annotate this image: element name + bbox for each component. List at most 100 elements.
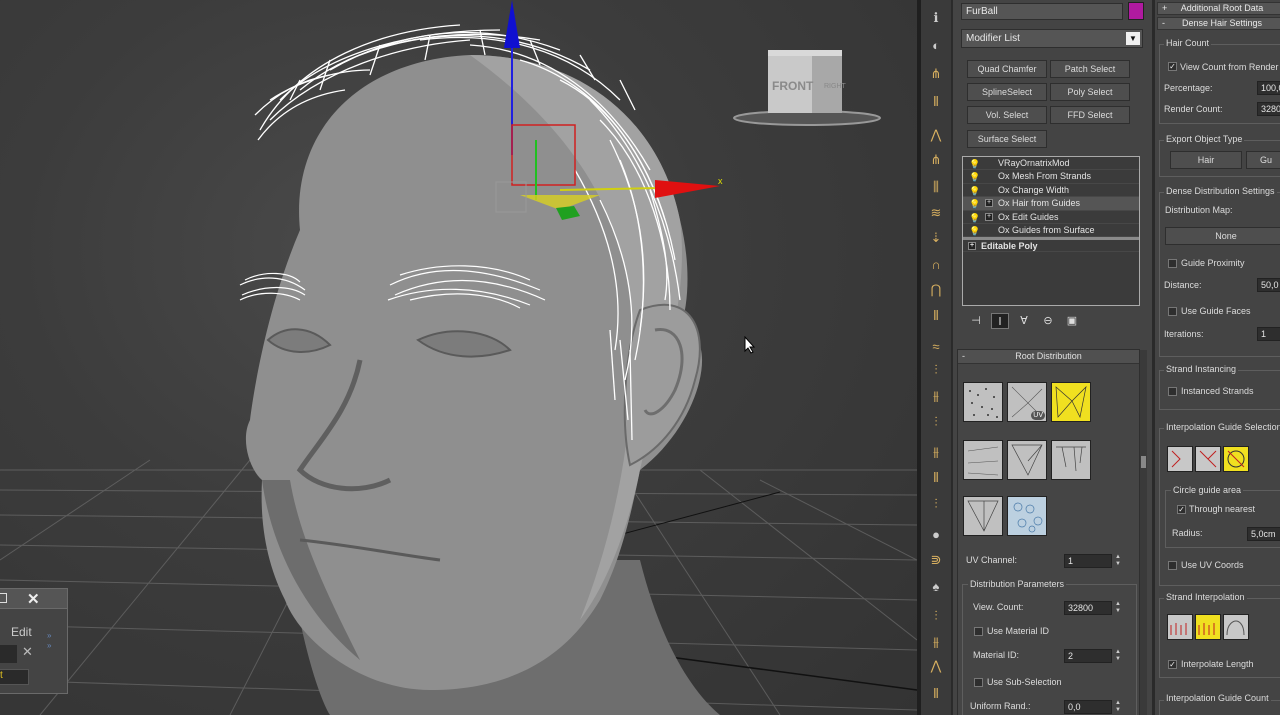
stack-item[interactable]: 💡 Ox Guides from Surface xyxy=(963,224,1139,238)
strand-tool-icon-7[interactable]: ⇣ xyxy=(925,228,947,248)
guide-root-distribution-button[interactable] xyxy=(1051,440,1091,480)
use-subselection-checkbox[interactable] xyxy=(974,678,983,687)
even-distribution-button[interactable] xyxy=(1051,382,1091,422)
strand-tool-icon-1[interactable]: ⋔ xyxy=(925,64,947,84)
iterations-spinner[interactable]: 1 xyxy=(1257,327,1280,341)
bulb-icon[interactable]: 💡 xyxy=(969,171,980,184)
uv-channel-spinner[interactable]: 1 xyxy=(1064,554,1112,568)
strand-tool-icon-22[interactable]: ⫴ xyxy=(925,684,947,704)
mesh-icon[interactable]: ♠ xyxy=(925,576,947,596)
configure-sets-icon[interactable]: ▣ xyxy=(1063,313,1081,329)
render-count-spinner[interactable]: 32800 xyxy=(1257,102,1280,116)
use-material-id-checkbox[interactable] xyxy=(974,627,983,636)
hair-export-button[interactable]: Hair xyxy=(1170,151,1242,169)
guide-selection-mode-3-button[interactable] xyxy=(1223,446,1249,472)
strand-tool-icon-9[interactable]: ⋂ xyxy=(925,280,947,300)
strand-tool-icon-18[interactable]: ⋑ xyxy=(925,550,947,570)
map-distribution-button[interactable] xyxy=(963,496,1003,536)
interpolation-mode-2-button[interactable] xyxy=(1195,614,1221,640)
use-guide-faces-checkbox[interactable] xyxy=(1168,307,1177,316)
expand-icon[interactable]: + xyxy=(985,199,993,208)
vol-select-button[interactable]: Vol. Select xyxy=(967,106,1047,124)
interpolation-mode-3-button[interactable] xyxy=(1223,614,1249,640)
guide-selection-mode-1-button[interactable] xyxy=(1167,446,1193,472)
rollout-scrollbar[interactable] xyxy=(1139,350,1147,715)
info-icon[interactable]: ℹ xyxy=(925,8,947,28)
show-end-result-icon[interactable]: Ⅰ xyxy=(991,313,1009,329)
through-nearest-checkbox[interactable]: ✓ xyxy=(1177,505,1186,514)
poly-select-button[interactable]: Poly Select xyxy=(1050,83,1130,101)
guides-export-button[interactable]: Gu xyxy=(1246,151,1280,169)
sphere-icon[interactable]: ● xyxy=(925,524,947,544)
remove-modifier-icon[interactable]: ⊖ xyxy=(1039,313,1057,329)
strand-tool-icon-20[interactable]: ⫵ xyxy=(925,632,947,652)
stack-item[interactable]: 💡 + Ox Hair from Guides xyxy=(963,197,1139,211)
edit-floater-dialog[interactable]: ✕ Edit ✕ »» t xyxy=(0,588,68,694)
spinner-arrows-icon[interactable]: ▲ ▼ xyxy=(1114,700,1122,714)
spinner-arrows-icon[interactable]: ▲ ▼ xyxy=(1114,649,1122,663)
floater-titlebar[interactable]: ✕ xyxy=(0,589,67,609)
interpolation-mode-1-button[interactable] xyxy=(1167,614,1193,640)
strand-tool-icon-5[interactable]: ⫼ xyxy=(925,177,947,197)
percentage-spinner[interactable]: 100,0 xyxy=(1257,81,1280,95)
modifier-list-dropdown[interactable]: Modifier List ▼ xyxy=(961,29,1143,48)
material-id-spinner[interactable]: 2 xyxy=(1064,649,1112,663)
use-uv-coords-checkbox[interactable] xyxy=(1168,561,1177,570)
face-center-distribution-button[interactable] xyxy=(963,440,1003,480)
restore-icon[interactable] xyxy=(0,593,7,603)
strand-tool-icon-15[interactable]: ⫵ xyxy=(925,442,947,462)
instanced-strands-checkbox[interactable] xyxy=(1168,387,1177,396)
bulb-icon[interactable]: 💡 xyxy=(969,212,980,225)
chevron-right-icon[interactable]: »» xyxy=(47,631,51,651)
viewport-perspective[interactable]: x FRONT RIGHT ✕ Edit ✕ »» t xyxy=(0,0,917,715)
strand-tool-icon-21[interactable]: ⋀ xyxy=(925,656,947,676)
random-distribution-button[interactable] xyxy=(963,382,1003,422)
bulb-icon[interactable]: 💡 xyxy=(969,225,980,238)
viewcube[interactable]: FRONT RIGHT xyxy=(732,50,882,130)
rollout-header[interactable]: - Root Distribution xyxy=(958,350,1139,364)
strand-tool-icon-17[interactable]: ⫶ xyxy=(925,494,947,514)
additional-root-data-header[interactable]: + Additional Root Data xyxy=(1157,2,1280,15)
scrollbar-thumb[interactable] xyxy=(1141,456,1146,468)
floater-input[interactable] xyxy=(0,645,17,663)
stack-item[interactable]: 💡 + Ox Edit Guides xyxy=(963,211,1139,224)
floater-dropdown[interactable]: t xyxy=(0,669,29,685)
view-count-spinner[interactable]: 32800 xyxy=(1064,601,1112,615)
distribution-map-button[interactable]: None xyxy=(1165,227,1280,245)
strand-tool-icon-13[interactable]: ⫵ xyxy=(925,386,947,406)
distance-spinner[interactable]: 50,0 xyxy=(1257,278,1280,292)
chevron-down-icon[interactable]: ▼ xyxy=(1126,32,1140,45)
spinner-arrows-icon[interactable]: ▲ ▼ xyxy=(1114,554,1122,568)
strand-tool-icon-2[interactable]: ⫴ xyxy=(925,92,947,112)
radius-spinner[interactable]: 5,0cm xyxy=(1247,527,1280,541)
object-name-field[interactable]: FurBall xyxy=(961,3,1123,20)
bulb-icon[interactable]: 💡 xyxy=(969,198,980,211)
clear-icon[interactable]: ✕ xyxy=(22,644,33,660)
guide-proximity-checkbox[interactable] xyxy=(1168,259,1177,268)
spinner-arrows-icon[interactable]: ▲ ▼ xyxy=(1114,601,1122,615)
strand-tool-icon-12[interactable]: ⫶ xyxy=(925,360,947,380)
uniform-rand-spinner[interactable]: 0,0 xyxy=(1064,700,1112,714)
strand-tool-icon-10[interactable]: ⫴ xyxy=(925,306,947,326)
vertex-distribution-button[interactable] xyxy=(1007,440,1047,480)
ffd-select-button[interactable]: FFD Select xyxy=(1050,106,1130,124)
spline-select-button[interactable]: SplineSelect xyxy=(967,83,1047,101)
close-icon[interactable]: ✕ xyxy=(27,590,40,608)
strand-tool-icon-14[interactable]: ⫶ xyxy=(925,412,947,432)
strand-tool-icon-11[interactable]: ≈ xyxy=(925,336,947,356)
bulb-icon[interactable]: 💡 xyxy=(969,185,980,198)
patch-select-button[interactable]: Patch Select xyxy=(1050,60,1130,78)
pin-stack-icon[interactable]: ⊣ xyxy=(967,313,985,329)
make-unique-icon[interactable]: ∀ xyxy=(1015,313,1033,329)
strand-tool-icon-4[interactable]: ⋔ xyxy=(925,150,947,170)
stack-item[interactable]: 💡 Ox Change Width xyxy=(963,184,1139,198)
strand-tool-icon-8[interactable]: ∩ xyxy=(925,254,947,274)
stack-item[interactable]: 💡 Ox Mesh From Strands xyxy=(963,170,1139,184)
guides-icon[interactable]: ◐ xyxy=(925,35,947,55)
dense-hair-settings-header[interactable]: - Dense Hair Settings xyxy=(1157,17,1280,30)
strand-tool-icon-19[interactable]: ⫶ xyxy=(925,606,947,626)
interpolate-length-checkbox[interactable]: ✓ xyxy=(1168,660,1177,669)
strand-tool-icon-16[interactable]: ⦀ xyxy=(925,468,947,488)
quad-chamfer-button[interactable]: Quad Chamfer xyxy=(967,60,1047,78)
surface-select-button[interactable]: Surface Select xyxy=(967,130,1047,148)
